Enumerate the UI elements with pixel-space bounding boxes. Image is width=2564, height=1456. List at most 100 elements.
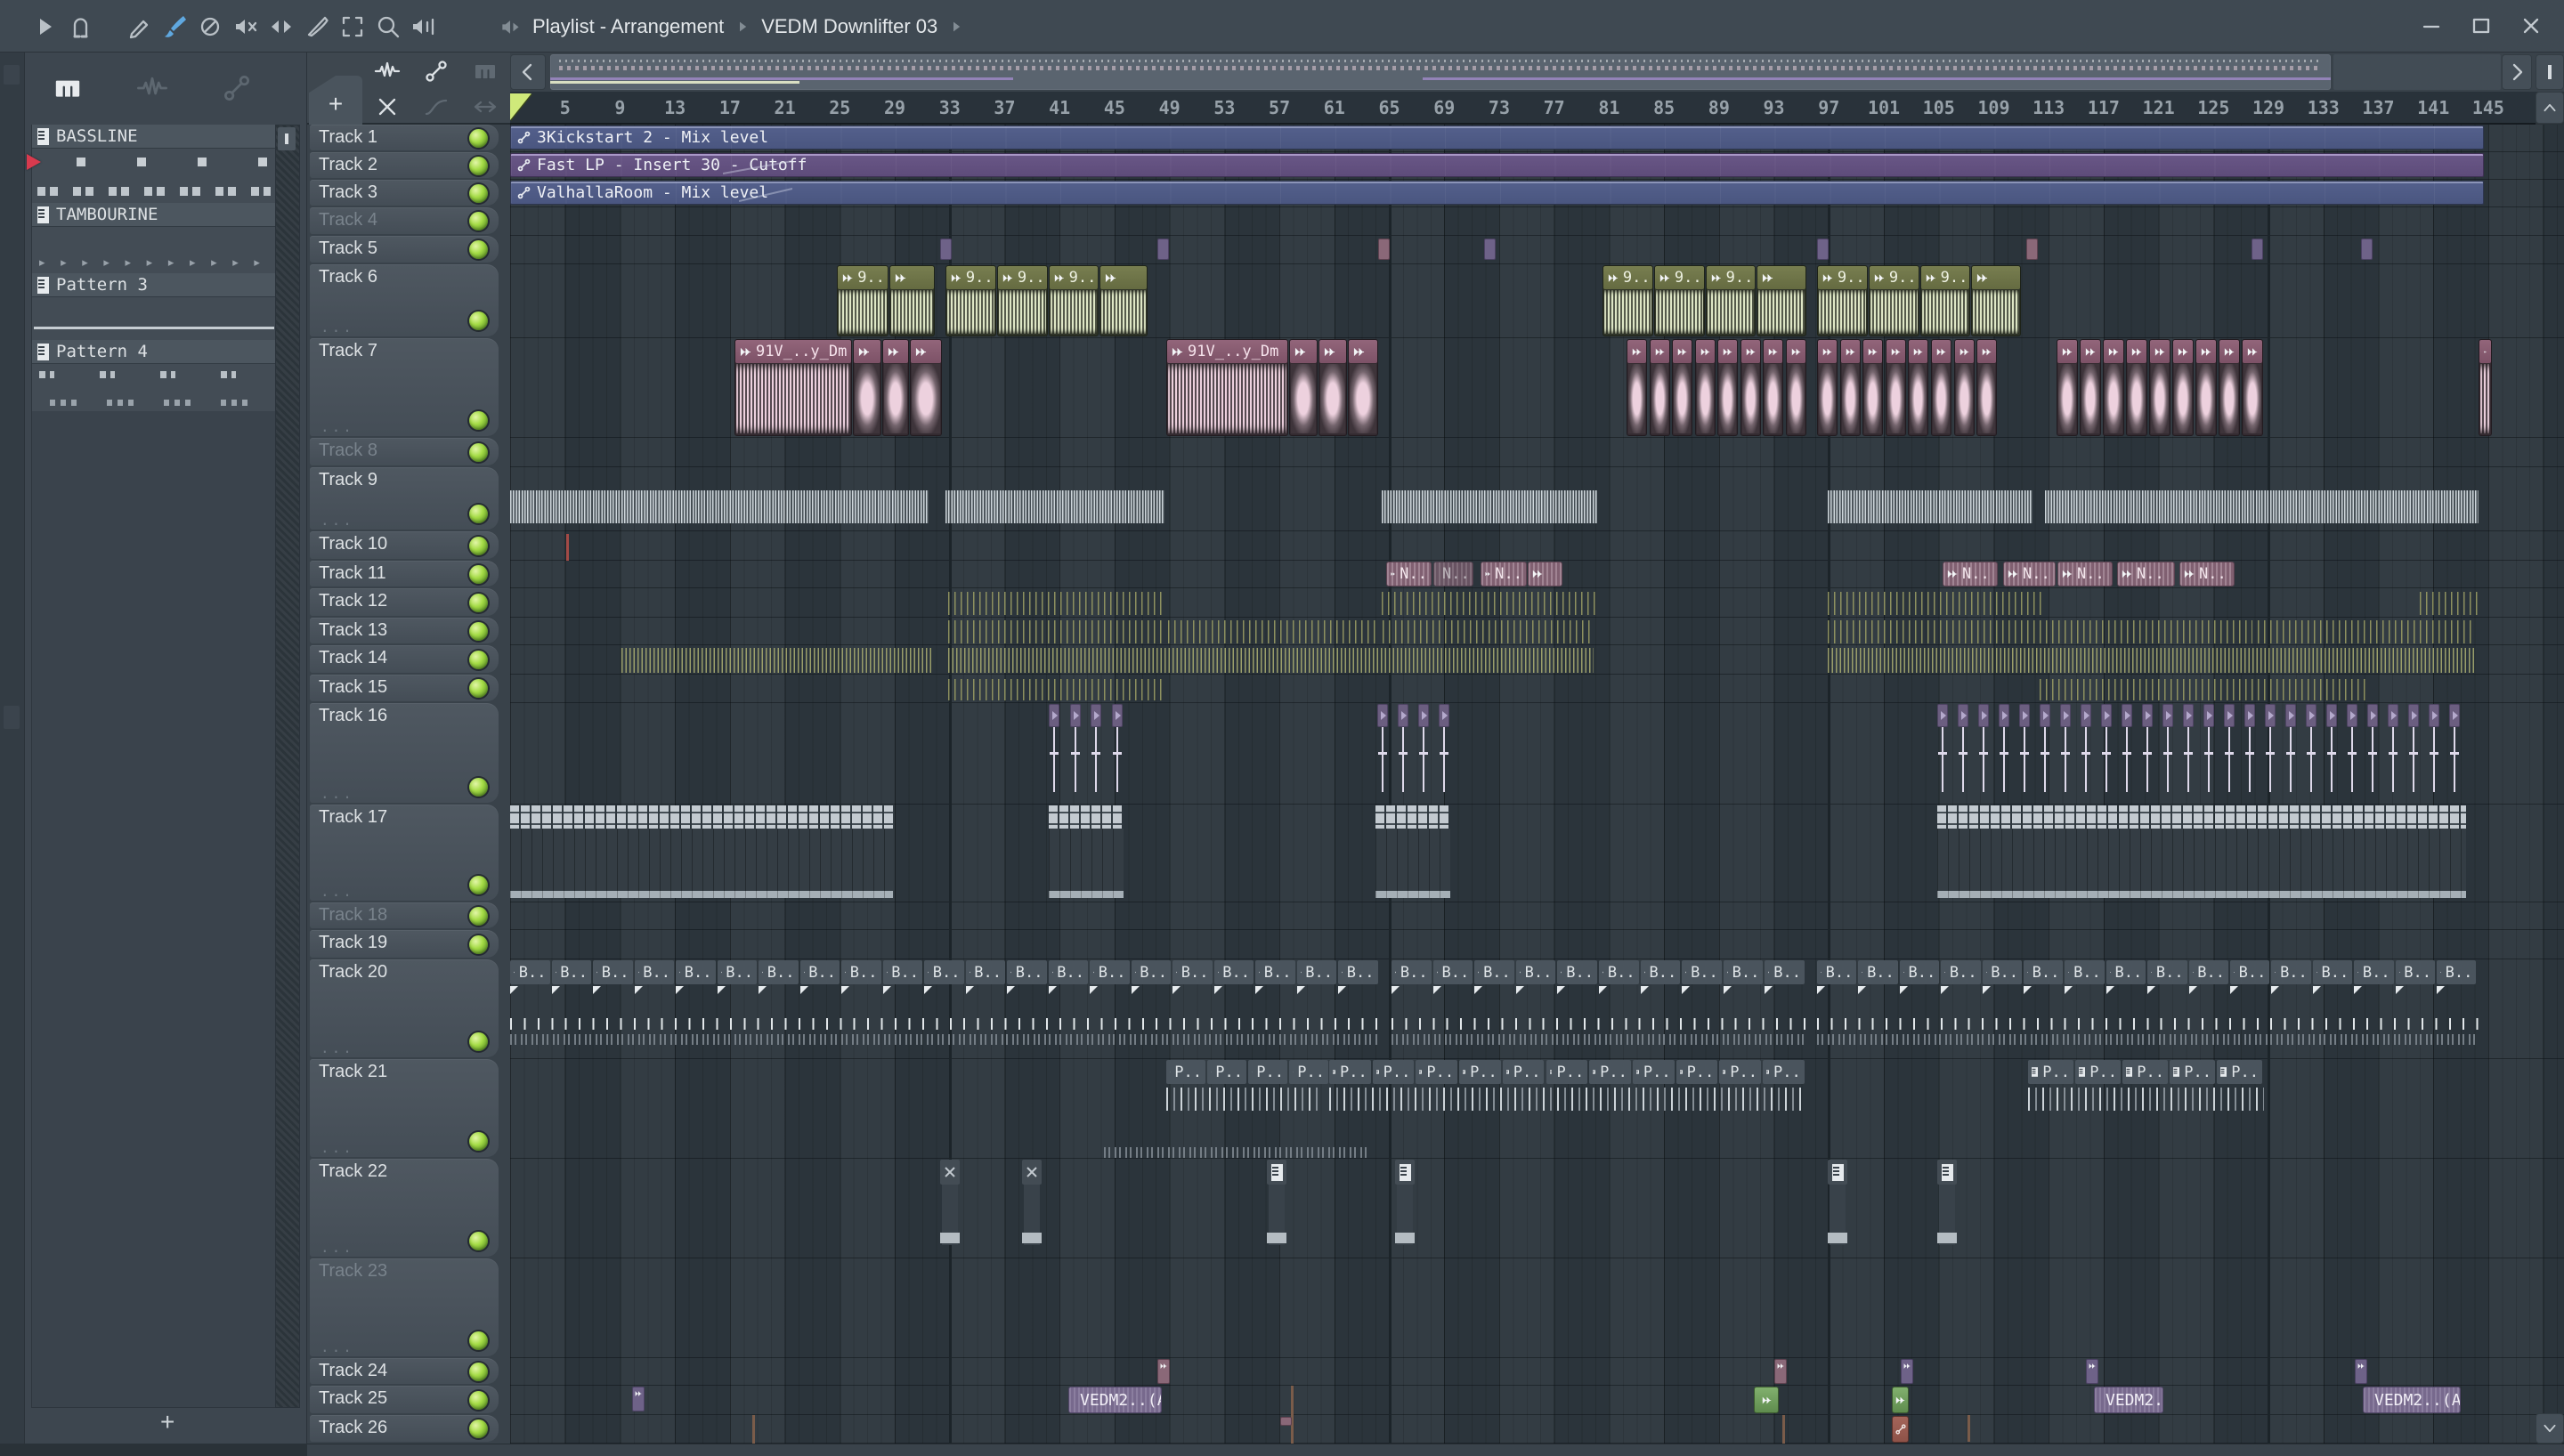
- scroll-left-button[interactable]: [510, 54, 546, 90]
- preview-speaker-icon[interactable]: [499, 13, 522, 40]
- downlifter-clip[interactable]: [1999, 704, 2009, 727]
- track-mute-led[interactable]: [469, 240, 488, 259]
- pattern-clip[interactable]: B..: [1131, 960, 1171, 984]
- audio-clip[interactable]: [2103, 339, 2124, 436]
- downlifter-clip[interactable]: [2203, 704, 2214, 727]
- pattern-clip[interactable]: P..: [1166, 1060, 1205, 1084]
- audio-clip[interactable]: [1817, 339, 1838, 436]
- downlifter-clip[interactable]: [2142, 704, 2153, 727]
- tool-paint-button[interactable]: [157, 9, 192, 44]
- playback-start-marker[interactable]: [510, 93, 531, 120]
- add-pattern-button[interactable]: +: [160, 1408, 174, 1436]
- pattern-clip[interactable]: B..: [551, 960, 591, 984]
- track-header[interactable]: Track 13: [310, 618, 499, 643]
- pattern-clip[interactable]: P..: [1763, 1060, 1805, 1084]
- downlifter-clip[interactable]: [1439, 704, 1449, 727]
- audio-clip[interactable]: 9..: [1049, 265, 1099, 336]
- track-options-dots[interactable]: ...: [320, 1039, 354, 1056]
- audio-clip[interactable]: N..: [2179, 562, 2235, 586]
- pattern-clip[interactable]: B..: [1640, 960, 1681, 984]
- pattern-item[interactable]: TAMBOURINE ▸ ▸ ▸ ▸ ▸ ▸ ▸ ▸ ▸ ▸ ▸ ▸ ▸ ▸ ▸ …: [32, 203, 276, 273]
- track-mute-led[interactable]: [469, 311, 488, 330]
- corner-cut-button[interactable]: [364, 90, 410, 124]
- downlifter-clip[interactable]: [2040, 704, 2050, 727]
- track-options-dots[interactable]: ...: [320, 512, 354, 529]
- mini-clip[interactable]: [940, 239, 952, 260]
- mini-audio-clip[interactable]: [2355, 1359, 2367, 1384]
- close-button[interactable]: [2512, 7, 2550, 44]
- mini-clip[interactable]: [2026, 239, 2038, 260]
- add-arrangement-tab[interactable]: +: [309, 76, 362, 125]
- mini-audio-clip[interactable]: [2086, 1359, 2098, 1384]
- pattern-item[interactable]: BASSLINE: [27, 125, 276, 203]
- pattern-clip[interactable]: B..: [1172, 960, 1213, 984]
- audio-clip[interactable]: 91V_..y_Dm: [734, 339, 852, 436]
- track-mute-led[interactable]: [469, 593, 488, 612]
- tool-play-button[interactable]: [27, 9, 62, 44]
- pattern-clip[interactable]: B..: [1682, 960, 1722, 984]
- audio-clip[interactable]: 9..: [945, 265, 996, 336]
- pattern-clip[interactable]: B..: [1982, 960, 2022, 984]
- downlifter-clip[interactable]: [2285, 704, 2296, 727]
- scroll-up-button[interactable]: [2536, 92, 2564, 124]
- track-options-dots[interactable]: ...: [320, 785, 354, 802]
- vedm-audio-clip[interactable]: VEDM2..(A): [1068, 1387, 1162, 1413]
- track-mute-led[interactable]: [469, 128, 488, 148]
- audio-clip[interactable]: [1953, 339, 1975, 436]
- track-mute-led[interactable]: [469, 1362, 488, 1381]
- audio-clip[interactable]: 9..: [1920, 265, 1970, 336]
- downlifter-clip[interactable]: [2388, 704, 2398, 727]
- track-mute-led[interactable]: [469, 778, 488, 797]
- picker-scrollbar[interactable]: [275, 125, 300, 1408]
- track-header[interactable]: Track 21...: [310, 1059, 499, 1157]
- downlifter-clip[interactable]: [2306, 704, 2317, 727]
- pattern-clip[interactable]: B..: [676, 960, 716, 984]
- audio-clip[interactable]: [1627, 339, 1647, 436]
- pattern-clip[interactable]: P..: [1289, 1060, 1328, 1084]
- minimize-button[interactable]: [2413, 7, 2450, 44]
- tool-stretch-button[interactable]: [264, 9, 299, 44]
- pattern-clip[interactable]: P..: [1589, 1060, 1631, 1084]
- narrow-pattern-clip[interactable]: [1022, 1160, 1042, 1252]
- track-mute-led[interactable]: [469, 212, 488, 231]
- picker-scroll-handle[interactable]: [278, 127, 296, 150]
- pattern-clip[interactable]: B..: [1255, 960, 1295, 984]
- horizontal-scroll-strip[interactable]: [510, 53, 2564, 92]
- audio-clip[interactable]: N..: [1943, 562, 1998, 586]
- pattern-clip[interactable]: B..: [924, 960, 964, 984]
- downlifter-clip[interactable]: [1978, 704, 1989, 727]
- track-mute-led[interactable]: [469, 536, 488, 555]
- downlifter-clip[interactable]: [2449, 704, 2460, 727]
- pattern-clip[interactable]: B..: [717, 960, 757, 984]
- audio-clip[interactable]: [1740, 339, 1761, 436]
- audio-clip[interactable]: N..: [2003, 562, 2056, 586]
- audio-clip[interactable]: [2149, 339, 2170, 436]
- track-mute-led[interactable]: [469, 876, 488, 894]
- pattern-clip[interactable]: B..: [2395, 960, 2435, 984]
- mini-clip[interactable]: [1280, 1417, 1292, 1426]
- audio-clip[interactable]: [1289, 339, 1318, 436]
- narrow-pattern-clip[interactable]: [1395, 1160, 1415, 1252]
- track-header[interactable]: Track 16...: [310, 703, 499, 803]
- track-mute-led[interactable]: [469, 650, 488, 669]
- track-header[interactable]: Track 10: [310, 531, 499, 559]
- audio-clip[interactable]: [2219, 339, 2240, 436]
- pattern-clip[interactable]: B..: [510, 960, 550, 984]
- automation-clip[interactable]: ValhallaRoom - Mix level: [510, 181, 2484, 205]
- track-header[interactable]: Track 15: [310, 675, 499, 701]
- tool-preview-button[interactable]: [406, 9, 442, 44]
- pattern-clip[interactable]: P..: [1459, 1060, 1501, 1084]
- pattern-item-header[interactable]: BASSLINE: [32, 125, 276, 149]
- pattern-clip[interactable]: B..: [799, 960, 840, 984]
- scroll-right-button[interactable]: [2502, 54, 2532, 90]
- downlifter-clip[interactable]: [2019, 704, 2030, 727]
- track-header[interactable]: Track 20...: [310, 959, 499, 1057]
- pattern-clip[interactable]: P..: [1632, 1060, 1675, 1084]
- audio-clip[interactable]: [2080, 339, 2101, 436]
- picker-tab-piano[interactable]: [25, 57, 110, 119]
- mini-clip[interactable]: [1378, 239, 1390, 260]
- audio-clip[interactable]: 9..: [1602, 265, 1653, 336]
- mini-audio-clip[interactable]: [1774, 1359, 1787, 1384]
- downlifter-clip[interactable]: [1049, 704, 1059, 727]
- pattern-clip[interactable]: P..: [2217, 1060, 2262, 1084]
